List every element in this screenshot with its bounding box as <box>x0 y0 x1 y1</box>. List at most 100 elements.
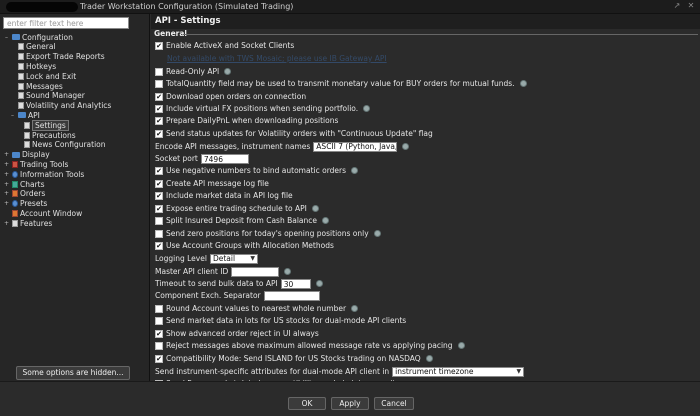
setting-row: Component Exch. Separator <box>155 290 320 301</box>
section-title: API - Settings <box>151 14 700 29</box>
info-icon[interactable] <box>425 355 433 362</box>
setting-checkbox[interactable] <box>155 229 163 238</box>
ok-button[interactable]: OK <box>288 397 326 410</box>
setting-checkbox[interactable] <box>155 216 163 225</box>
tree-item-label: Hotkeys <box>26 61 57 71</box>
setting-label: Encode API messages, instrument names <box>155 142 311 151</box>
gateway-api-link[interactable]: Not available with TWS Mosaic; please us… <box>167 54 387 63</box>
setting-input[interactable]: 30 <box>280 278 311 289</box>
setting-checkbox[interactable] <box>155 67 163 76</box>
tree-item-label: Precautions <box>32 130 76 140</box>
tree-item[interactable]: Precautions <box>15 130 76 140</box>
info-icon[interactable] <box>373 230 381 237</box>
setting-checkbox[interactable]: ✔ <box>155 179 163 188</box>
info-icon[interactable] <box>351 305 359 312</box>
info-icon[interactable] <box>519 80 527 87</box>
setting-checkbox[interactable]: ✔ <box>155 166 163 175</box>
setting-label: Component Exch. Separator <box>155 291 261 300</box>
tree-item[interactable]: + Information Tools <box>3 169 84 179</box>
info-icon[interactable] <box>457 342 465 349</box>
setting-row: Send zero positions for today's opening … <box>155 228 381 239</box>
setting-checkbox[interactable]: ✔ <box>155 104 163 113</box>
info-icon[interactable] <box>315 280 323 287</box>
setting-row: ✔ Include virtual FX positions when sendi… <box>155 103 371 114</box>
setting-checkbox[interactable]: ✔ <box>155 92 163 101</box>
info-icon[interactable] <box>402 143 410 150</box>
setting-select[interactable]: ASCII 7 (Python, Java, .N...▼ <box>313 141 398 152</box>
tree-item[interactable]: Lock and Exit <box>9 71 76 81</box>
tree-item[interactable]: General <box>9 42 56 52</box>
setting-checkbox[interactable]: ✔ <box>155 329 163 338</box>
close-icon[interactable]: ✕ <box>686 1 696 10</box>
expand-toggle-icon[interactable]: + <box>3 190 10 197</box>
info-icon[interactable] <box>311 205 319 212</box>
setting-select[interactable]: instrument timezone ▼ <box>392 366 525 377</box>
filter-input[interactable]: enter filter text here <box>3 17 129 29</box>
expand-toggle-icon[interactable]: + <box>3 181 10 188</box>
info-icon[interactable] <box>284 268 292 275</box>
setting-label: Compatibility Mode: Send ISLAND for US S… <box>166 354 421 363</box>
tree-item-label: Configuration <box>22 32 73 42</box>
pin-icon[interactable]: ↗ <box>672 1 682 10</box>
tree-item-label: Information Tools <box>20 169 85 179</box>
setting-checkbox[interactable] <box>155 79 163 88</box>
tree-item-label: Trading Tools <box>20 159 69 169</box>
info-icon[interactable] <box>351 167 359 174</box>
tree-item[interactable]: Account Window <box>3 208 82 218</box>
setting-checkbox[interactable] <box>155 304 163 313</box>
info-icon[interactable] <box>322 217 329 224</box>
setting-label: Send zero positions for today's opening … <box>166 229 369 238</box>
setting-checkbox[interactable]: ✔ <box>155 241 163 250</box>
expand-toggle-icon[interactable]: – <box>9 112 16 119</box>
tree-item[interactable]: + Presets <box>3 199 47 209</box>
tree-item-label: Features <box>20 218 53 228</box>
setting-checkbox[interactable] <box>155 316 163 325</box>
setting-input[interactable] <box>231 266 280 277</box>
tree-item[interactable]: + Features <box>3 218 52 228</box>
cancel-button[interactable]: Cancel <box>374 397 414 410</box>
expand-toggle-icon[interactable]: + <box>3 220 10 227</box>
tree-item[interactable]: Volatility and Analytics <box>9 101 111 111</box>
expand-toggle-icon[interactable]: + <box>3 171 10 178</box>
setting-checkbox[interactable] <box>155 341 163 350</box>
setting-checkbox[interactable]: ✔ <box>155 354 163 363</box>
expand-toggle-icon[interactable]: – <box>3 34 10 41</box>
setting-row: Master API client ID <box>155 266 292 277</box>
hidden-options-button[interactable]: Some options are hidden... <box>16 366 130 380</box>
tree-item[interactable]: + Orders <box>3 189 45 199</box>
expand-toggle-icon[interactable]: + <box>3 200 10 207</box>
expand-toggle-icon[interactable]: + <box>3 161 10 168</box>
setting-row: ✔ Enable ActiveX and Socket Clients <box>155 40 294 51</box>
setting-row: TotalQuantity field may be used to trans… <box>155 78 527 89</box>
info-icon[interactable] <box>363 105 371 112</box>
apply-button[interactable]: Apply <box>331 397 369 410</box>
tree-item[interactable]: Hotkeys <box>9 61 56 71</box>
tree-item[interactable]: – Configuration <box>3 32 73 42</box>
setting-row: ✔ Include market data in API log file <box>155 190 293 201</box>
setting-row: Not available with TWS Mosaic; please us… <box>167 53 387 64</box>
tree-item[interactable]: + Charts <box>3 179 45 189</box>
setting-checkbox[interactable]: ✔ <box>155 129 163 138</box>
info-icon <box>12 170 18 178</box>
setting-checkbox[interactable]: ✔ <box>155 41 163 50</box>
expand-toggle-icon[interactable]: + <box>3 151 10 158</box>
chevron-down-icon: ▼ <box>516 367 522 375</box>
setting-checkbox[interactable]: ✔ <box>155 191 163 200</box>
tree-item[interactable]: Settings <box>15 119 69 131</box>
features-icon <box>12 219 18 227</box>
setting-input[interactable]: 7496 <box>200 153 249 164</box>
tree-item[interactable]: + Trading Tools <box>3 159 68 169</box>
setting-select[interactable]: Detail ▼ <box>209 253 258 264</box>
tree-item[interactable]: Export Trade Reports <box>9 52 105 62</box>
setting-checkbox[interactable]: ✔ <box>155 116 163 125</box>
page-icon <box>18 72 24 80</box>
info-icon[interactable] <box>224 68 232 75</box>
tree-item[interactable]: Messages <box>9 81 63 91</box>
setting-checkbox[interactable]: ✔ <box>155 204 163 213</box>
setting-input[interactable] <box>263 290 320 301</box>
tree-item[interactable]: + Display <box>3 150 50 160</box>
setting-label: Prepare DailyPnL when downloading positi… <box>166 116 339 125</box>
tree-item[interactable]: News Configuration <box>15 140 106 150</box>
tree-item[interactable]: Sound Manager <box>9 91 85 101</box>
group-divider <box>183 34 698 35</box>
